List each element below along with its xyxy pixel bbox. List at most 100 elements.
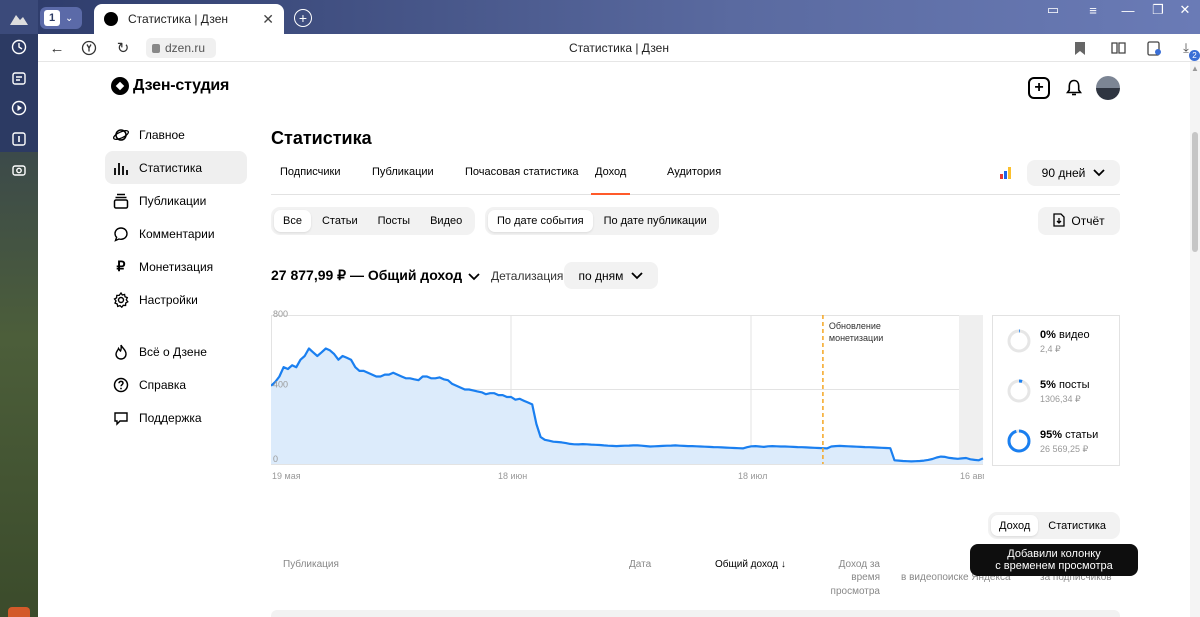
column-header-view-income[interactable]: Доход за время просмотра xyxy=(808,558,880,598)
switch-income[interactable]: Доход xyxy=(991,515,1039,536)
tooltip-line2: с временем просмотра xyxy=(995,560,1113,572)
reader-icon[interactable] xyxy=(1110,40,1126,56)
page-scrollbar[interactable]: ▲ xyxy=(1190,62,1200,617)
x-tick-label: 16 авг xyxy=(960,471,984,481)
annotation-label: монетизации xyxy=(829,333,883,343)
landscape-icon[interactable] xyxy=(10,9,28,27)
scroll-up-icon[interactable]: ▲ xyxy=(1191,64,1199,73)
income-chart[interactable]: Обновление монетизации 800 400 0 19 мая 18 июн… xyxy=(271,305,984,485)
report-button[interactable]: Отчёт xyxy=(1038,207,1120,235)
filter-articles[interactable]: Статьи xyxy=(313,210,367,232)
protect-icon[interactable] xyxy=(1146,40,1162,56)
x-tick-label: 18 июл xyxy=(738,471,767,481)
legend-pct: 5% xyxy=(1040,379,1056,391)
x-tick-label: 19 мая xyxy=(272,471,301,481)
column-header-publication[interactable]: Публикация xyxy=(283,558,339,571)
legend-label: посты xyxy=(1058,379,1090,391)
browser-sidebar-background xyxy=(0,152,38,617)
bookmark-icon[interactable] xyxy=(1072,40,1088,56)
y-tick-label: 0 xyxy=(273,454,278,464)
collections-icon[interactable] xyxy=(10,69,28,87)
sidebar-item-label: Комментарии xyxy=(139,226,215,241)
sidebar-item-help[interactable]: Справка xyxy=(105,368,247,401)
tab-hourly[interactable]: Почасовая статистика xyxy=(465,166,579,195)
filter-by-event-date[interactable]: По дате события xyxy=(488,210,593,232)
sidebar-item-about-dzen[interactable]: Всё о Дзене xyxy=(105,335,247,368)
tab-income[interactable]: Доход xyxy=(591,166,631,195)
chevron-down-icon xyxy=(468,268,480,284)
legend-item-articles: 95% статьи 26 569,25 ₽ xyxy=(1007,429,1098,455)
avatar[interactable] xyxy=(1096,76,1120,100)
create-plus-icon[interactable]: + xyxy=(1028,77,1050,99)
stack-icon xyxy=(113,193,129,209)
close-window-icon[interactable]: ✕ xyxy=(1170,0,1200,20)
y-tick-label: 800 xyxy=(273,309,288,319)
history-icon[interactable] xyxy=(10,38,28,56)
column-header-view-income-line1: Доход за время xyxy=(838,559,880,583)
sidebar-item-statistics[interactable]: Статистика xyxy=(105,151,247,184)
maximize-icon[interactable]: ❐ xyxy=(1143,0,1173,20)
scrollbar-thumb[interactable] xyxy=(1192,132,1198,252)
sidebar-item-comments[interactable]: Комментарии xyxy=(105,217,247,250)
filter-all[interactable]: Все xyxy=(274,210,311,232)
sort-arrow-icon: ↓ xyxy=(778,559,786,570)
legend-label: статьи xyxy=(1065,429,1099,441)
sidebar-item-publications[interactable]: Публикации xyxy=(105,184,247,217)
sidebar-item-label: Публикации xyxy=(139,193,207,208)
detail-select[interactable]: по дням xyxy=(564,262,658,289)
question-icon xyxy=(113,377,129,393)
tab-subscribers[interactable]: Подписчики xyxy=(280,166,341,195)
address-bar: ← ↻ dzen.ru Статистика | Дзен ⤓ 2 xyxy=(38,34,1200,62)
logo-text: Дзен-студия xyxy=(133,77,230,94)
incomplete-period-shade xyxy=(959,315,983,464)
gear-icon xyxy=(113,291,129,308)
close-icon[interactable]: ✕ xyxy=(262,11,274,28)
column-header-date[interactable]: Дата xyxy=(629,558,651,571)
detail-value: по дням xyxy=(578,268,624,283)
metrika-icon[interactable] xyxy=(1000,167,1014,179)
dzen-logo-icon xyxy=(111,77,129,95)
sidebar-item-settings[interactable]: Настройки xyxy=(105,283,247,316)
app-icon[interactable] xyxy=(8,607,30,617)
tab-counter-icon[interactable] xyxy=(10,130,28,148)
studio-sidebar: Главное Статистика Публикации Комментари… xyxy=(105,118,247,434)
tab-publications[interactable]: Публикации xyxy=(372,166,434,195)
sidebar-item-label: Поддержка xyxy=(139,410,202,425)
dzen-studio-logo[interactable]: Дзен-студия xyxy=(111,77,229,95)
minimize-icon[interactable]: — xyxy=(1113,0,1143,20)
tab-bar: 1 ⌄ Статистика | Дзен ✕ + ▭ ≡ — ❐ ✕ xyxy=(38,0,1200,34)
sidebar-item-monetization[interactable]: ₽ Монетизация xyxy=(105,250,247,283)
total-income-text: 27 877,99 ₽ — Общий доход xyxy=(271,267,463,283)
table-row[interactable] xyxy=(271,610,1120,617)
total-income-select[interactable]: 27 877,99 ₽ — Общий доход xyxy=(271,267,480,284)
sidebar-item-main[interactable]: Главное xyxy=(105,118,247,151)
new-tab-button[interactable]: + xyxy=(294,9,312,27)
sidebar-item-support[interactable]: Поддержка xyxy=(105,401,247,434)
legend-ring-posts xyxy=(1007,379,1031,403)
ruble-icon: ₽ xyxy=(116,258,126,274)
filter-posts[interactable]: Посты xyxy=(369,210,419,232)
legend-pct: 0% xyxy=(1040,329,1056,341)
filter-video[interactable]: Видео xyxy=(421,210,471,232)
period-select[interactable]: 90 дней xyxy=(1027,160,1120,186)
stats-tabs: Подписчики Публикации Почасовая статисти… xyxy=(271,160,1120,195)
tab-audience[interactable]: Аудитория xyxy=(667,166,721,195)
x-tick-label: 18 июн xyxy=(498,471,527,481)
tabs-manager-icon[interactable]: ▭ xyxy=(1038,0,1068,20)
column-header-total-income[interactable]: Общий доход ↓ xyxy=(715,558,786,571)
play-icon[interactable] xyxy=(10,99,28,117)
flame-icon xyxy=(113,344,129,360)
annotation-label: Обновление xyxy=(829,321,881,331)
menu-icon[interactable]: ≡ xyxy=(1078,0,1108,20)
table-mode-switch: Доход Статистика xyxy=(988,512,1120,539)
chevron-down-icon xyxy=(631,269,644,283)
sidebar-item-label: Главное xyxy=(139,127,185,142)
chevron-down-icon: ⌄ xyxy=(65,12,74,24)
switch-statistics[interactable]: Статистика xyxy=(1040,515,1114,536)
screenshot-icon[interactable] xyxy=(10,161,28,179)
tab-counter-button[interactable]: 1 ⌄ xyxy=(40,7,82,29)
download-icon[interactable]: ⤓ 2 xyxy=(1178,40,1200,61)
browser-tab[interactable]: Статистика | Дзен ✕ xyxy=(94,4,284,34)
bell-icon[interactable] xyxy=(1063,77,1085,99)
filter-by-publication-date[interactable]: По дате публикации xyxy=(595,210,716,232)
